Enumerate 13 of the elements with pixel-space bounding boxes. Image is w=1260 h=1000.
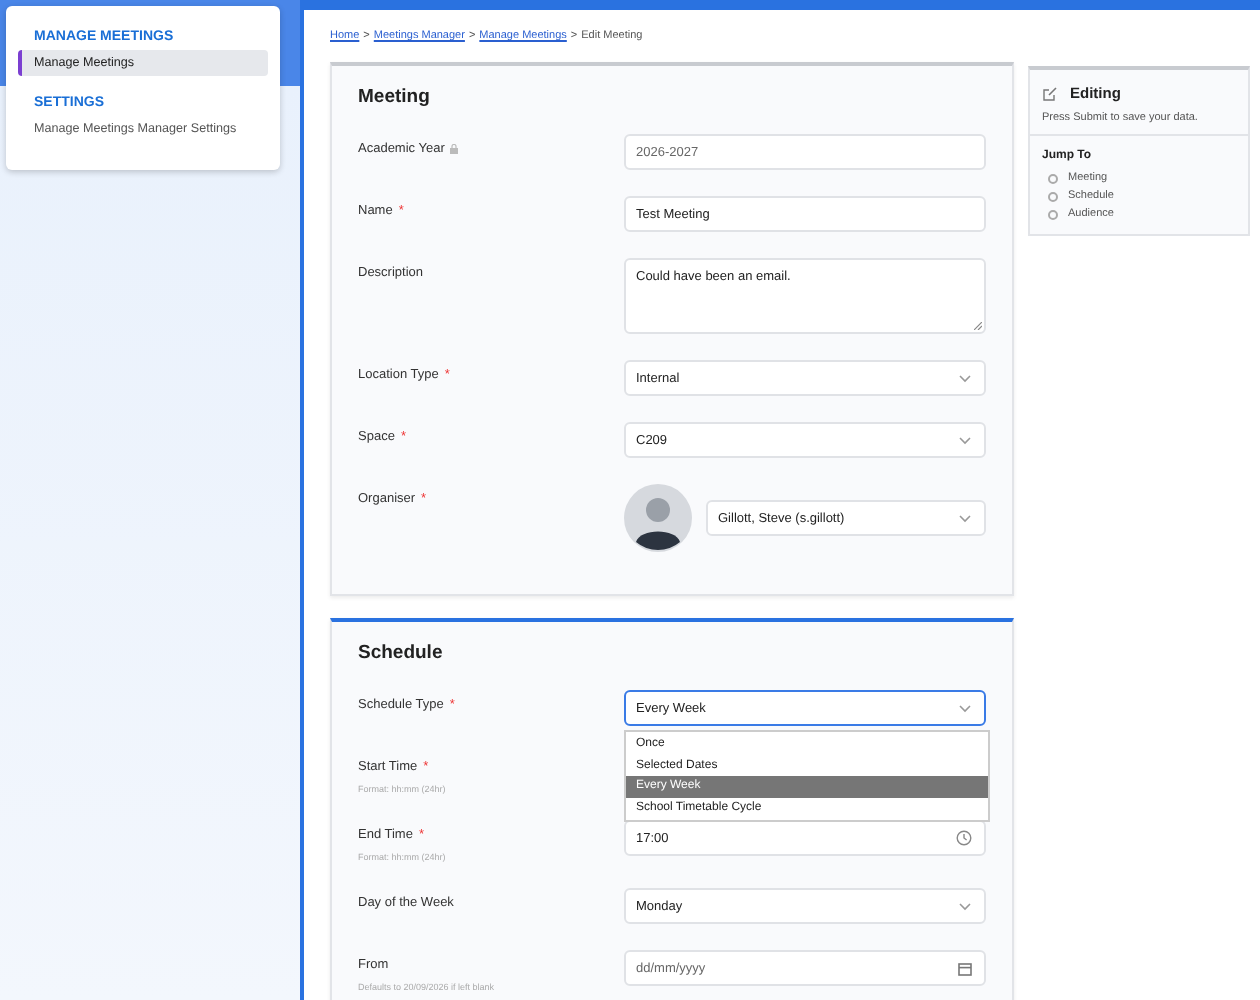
card-title: Schedule (358, 642, 445, 664)
chevron-down-icon (958, 513, 972, 523)
chevron-down-icon (958, 703, 972, 713)
chevron-down-icon (958, 901, 972, 911)
chevron-down-icon (958, 435, 972, 445)
calendar-icon (958, 961, 972, 975)
resize-handle-icon (974, 322, 982, 330)
card-title: Meeting (358, 86, 432, 108)
lock-icon (450, 144, 459, 154)
chevron-down-icon (958, 373, 972, 383)
edit-icon (1042, 85, 1058, 101)
clock-icon (956, 830, 972, 846)
avatar-icon (624, 484, 692, 552)
